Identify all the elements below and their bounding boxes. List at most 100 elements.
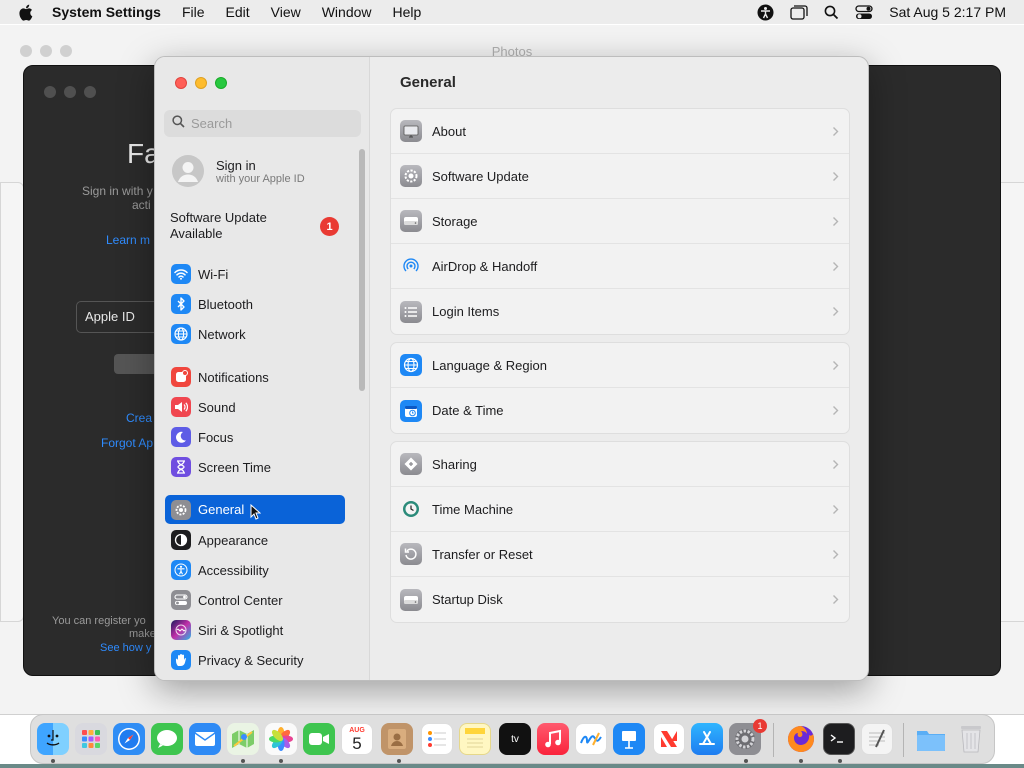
row-label: AirDrop & Handoff [432,258,538,274]
row-storage[interactable]: Storage [391,199,849,244]
page-title: General [400,74,456,91]
globe-icon [171,324,191,344]
list-icon [400,300,422,323]
launchpad-icon[interactable] [75,723,107,755]
row-airdrop-handoff[interactable]: AirDrop & Handoff [391,244,849,289]
menu-edit[interactable]: Edit [226,4,250,20]
search-input[interactable] [191,116,351,131]
facetime-icon[interactable] [303,723,335,755]
sidebar-item-wifi[interactable]: Wi-Fi [165,261,345,287]
sheet-edge-left [0,182,24,622]
row-login-items[interactable]: Login Items [391,289,849,334]
menu-file[interactable]: File [182,4,205,20]
see-how-link[interactable]: See how y [100,642,151,654]
tv-icon[interactable]: tv [499,723,531,755]
chevron-right-icon [832,358,839,376]
row-transfer-reset[interactable]: Transfer or Reset [391,532,849,577]
contacts-icon[interactable] [381,723,413,755]
close-button[interactable] [175,77,187,89]
sidebar-item-bluetooth[interactable]: Bluetooth [165,291,345,317]
sidebar: Sign in with your Apple ID Software Upda… [155,57,370,680]
music-icon[interactable] [537,723,569,755]
reminders-icon[interactable] [421,723,453,755]
row-label: Sharing [432,456,477,472]
software-update-available[interactable]: Software Update Available [170,210,345,242]
reset-icon [400,543,422,565]
sidebar-item-notifications[interactable]: Notifications [165,364,345,390]
dock-separator [773,723,774,757]
calendar-icon[interactable]: AUG 5 [341,723,373,755]
menu-window[interactable]: Window [322,4,372,20]
notes-icon[interactable] [459,723,491,755]
row-software-update[interactable]: Software Update [391,154,849,199]
sidebar-item-general[interactable]: General [165,495,345,524]
sidebar-item-privacy-security[interactable]: Privacy & Security [165,647,345,673]
row-label: Time Machine [432,501,514,517]
speaker-icon [171,397,191,417]
sidebar-item-label: Focus [198,429,234,445]
forgot-apple-id-link[interactable]: Forgot Ap [101,436,153,450]
update-line-1: Software Update [170,210,267,225]
minimize-button[interactable] [195,77,207,89]
wifi-icon [171,264,191,284]
safari-icon[interactable] [113,723,145,755]
airdrop-icon [400,255,422,277]
sidebar-item-control-center[interactable]: Control Center [165,587,345,613]
window-switcher-icon[interactable] [790,4,808,20]
apple-id-signin[interactable]: Sign in with your Apple ID [172,154,352,188]
sidebar-scrollbar[interactable] [359,149,365,391]
textedit-icon[interactable] [861,723,893,755]
row-startup-disk[interactable]: Startup Disk [391,577,849,622]
apple-id-field[interactable]: Apple ID [76,301,166,333]
sidebar-item-label: Control Center [198,592,283,608]
row-time-machine[interactable]: Time Machine [391,487,849,532]
gear-icon [171,499,191,520]
messages-icon[interactable] [151,723,183,755]
sidebar-item-label: Wi-Fi [198,266,229,282]
menu-view[interactable]: View [271,4,301,20]
dark-minimize-dot[interactable] [64,86,76,98]
terminal-icon[interactable] [823,723,855,755]
control-center-status-icon[interactable] [855,4,873,20]
keynote-icon[interactable] [613,723,645,755]
sidebar-item-network[interactable]: Network [165,321,345,347]
sidebar-item-siri-spotlight[interactable]: Siri & Spotlight [165,617,345,643]
mail-icon[interactable] [189,723,221,755]
dark-close-dot[interactable] [44,86,56,98]
freeform-icon[interactable] [575,723,607,755]
chevron-right-icon [832,214,839,232]
menu-app-name[interactable]: System Settings [52,4,161,20]
learn-more-link[interactable]: Learn m [106,233,150,247]
app-store-icon[interactable] [691,723,723,755]
apple-menu-icon[interactable] [18,4,38,21]
sidebar-item-accessibility[interactable]: Accessibility [165,557,345,583]
sidebar-item-label: Accessibility [198,562,269,578]
trash-icon[interactable] [955,723,987,755]
menu-bar: System Settings File Edit View Window He… [0,0,1024,24]
menu-clock[interactable]: Sat Aug 5 2:17 PM [889,4,1006,20]
spotlight-search-icon[interactable] [824,5,839,20]
accessibility-status-icon[interactable] [757,4,774,21]
finder-icon[interactable] [37,723,69,755]
row-language-region[interactable]: Language & Region [391,343,849,388]
firefox-running-dot [799,759,803,763]
sidebar-item-sound[interactable]: Sound [165,394,345,420]
row-sharing[interactable]: Sharing [391,442,849,487]
sidebar-item-appearance[interactable]: Appearance [165,527,345,553]
maps-icon[interactable] [227,723,259,755]
search-box[interactable] [164,110,361,137]
row-date-time[interactable]: Date & Time [391,388,849,433]
row-label: Startup Disk [432,592,503,607]
dark-zoom-dot[interactable] [84,86,96,98]
create-apple-id-link[interactable]: Crea [126,411,152,425]
sidebar-item-focus[interactable]: Focus [165,424,345,450]
menu-help[interactable]: Help [393,4,422,20]
firefox-icon[interactable] [785,723,817,755]
row-about[interactable]: About [391,109,849,154]
sidebar-item-screen-time[interactable]: Screen Time [165,454,345,480]
zoom-button[interactable] [215,77,227,89]
settings-running-dot [744,759,748,763]
photos-icon[interactable] [265,723,297,755]
downloads-folder-icon[interactable] [915,723,947,755]
news-icon[interactable] [653,723,685,755]
